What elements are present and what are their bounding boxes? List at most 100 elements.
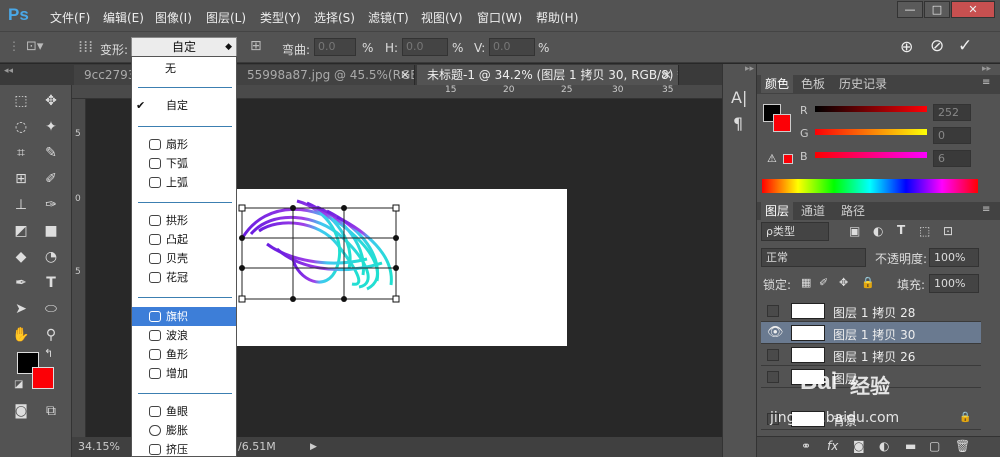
bg-color-swatch[interactable] <box>773 114 791 132</box>
tab-doc-2[interactable]: 55998a87.jpg @ 45.5%(RGB... ✕ <box>237 65 415 85</box>
h-distort-input[interactable]: 0.0 <box>402 38 448 56</box>
collapse-panels-icon[interactable]: ▸▸ <box>982 64 991 74</box>
warp-option-arch[interactable]: 拱形 <box>132 211 236 230</box>
healing-brush-icon[interactable]: ⊞ <box>10 169 32 189</box>
maximize-button[interactable]: □ <box>924 1 950 18</box>
b-slider[interactable] <box>815 152 927 158</box>
change-orientation-icon[interactable]: ⊞ <box>250 38 262 54</box>
trash-icon[interactable]: 🗑 <box>955 439 970 453</box>
visibility-toggle[interactable] <box>767 349 779 361</box>
collapse-icon[interactable]: ◂◂ <box>4 66 13 76</box>
lasso-tool-icon[interactable]: ◌ <box>10 117 32 137</box>
paragraph-panel-icon[interactable]: ¶ <box>733 114 743 133</box>
expand-icon[interactable]: ▸▸ <box>745 64 754 74</box>
add-mask-icon[interactable]: ◙ <box>853 439 865 453</box>
layer-row[interactable]: 图层 <box>761 366 981 388</box>
quick-mask-icon[interactable]: ◙ <box>10 401 32 421</box>
zoom-tool-icon[interactable]: ⚲ <box>40 325 62 345</box>
magic-wand-icon[interactable]: ✦ <box>40 117 62 137</box>
g-value[interactable]: 0 <box>933 127 971 144</box>
pen-tool-icon[interactable]: ✒ <box>10 273 32 293</box>
eye-icon[interactable]: 👁 <box>767 325 784 340</box>
warp-option-none[interactable]: 无 <box>132 59 236 78</box>
menu-filter[interactable]: 滤镜(T) <box>368 9 409 26</box>
eraser-tool-icon[interactable]: ◩ <box>10 221 32 241</box>
blur-tool-icon[interactable]: ◆ <box>10 247 32 267</box>
gradient-tool-icon[interactable]: ■ <box>40 221 62 241</box>
stamp-tool-icon[interactable]: ⊥ <box>10 195 32 215</box>
menu-select[interactable]: 选择(S) <box>314 9 355 26</box>
cancel-transform-icon[interactable]: ⊘ <box>930 36 944 56</box>
menu-file[interactable]: 文件(F) <box>50 9 90 26</box>
fx-icon[interactable]: fx <box>827 439 838 453</box>
tab-close-icon[interactable]: ✕ <box>662 65 672 85</box>
swap-colors-icon[interactable]: ↰ <box>44 347 53 360</box>
background-color-swatch[interactable] <box>32 367 54 389</box>
menu-layer[interactable]: 图层(L) <box>206 9 246 26</box>
opacity-input[interactable]: 100% <box>929 248 979 267</box>
adjustment-layer-icon[interactable]: ◐ <box>879 439 889 453</box>
menu-edit[interactable]: 编辑(E) <box>103 9 144 26</box>
warp-option-custom[interactable]: ✔ 自定 <box>132 96 236 115</box>
lock-transparent-icon[interactable]: ▦ <box>801 276 811 289</box>
layer-filter-select[interactable]: ρ类型 <box>761 222 829 241</box>
warp-option-wave[interactable]: 波浪 <box>132 326 236 345</box>
close-button[interactable]: ✕ <box>951 1 995 18</box>
layer-row[interactable]: 图层 1 拷贝 26 <box>761 344 981 366</box>
warp-option-arc-lower[interactable]: 下弧 <box>132 154 236 173</box>
eyedropper-icon[interactable]: ✎ <box>40 143 62 163</box>
warp-handles[interactable] <box>238 204 400 303</box>
zoom-level[interactable]: 34.15% <box>78 437 120 457</box>
menu-window[interactable]: 窗口(W) <box>477 9 522 26</box>
type-tool-icon[interactable]: T <box>40 273 62 293</box>
path-select-icon[interactable]: ➤ <box>10 299 32 319</box>
move-tool-icon[interactable]: ✥ <box>40 91 62 111</box>
tab-color[interactable]: 颜色 <box>761 75 794 93</box>
reference-point-icon[interactable]: ⁞⁞⁞ <box>78 37 93 56</box>
hand-tool-icon[interactable]: ✋ <box>10 325 32 345</box>
character-panel-icon[interactable]: A| <box>731 88 747 107</box>
visibility-toggle[interactable] <box>767 413 779 425</box>
g-slider[interactable] <box>815 129 927 135</box>
link-layers-icon[interactable]: ⚭ <box>801 439 811 453</box>
r-slider[interactable] <box>815 106 927 112</box>
tab-channels[interactable]: 通道 <box>801 202 825 220</box>
screen-mode-icon[interactable]: ⧉ <box>40 401 62 421</box>
warp-option-arc-upper[interactable]: 上弧 <box>132 173 236 192</box>
warp-style-select[interactable]: 自定 ◆ <box>131 37 237 58</box>
lock-move-icon[interactable]: ✥ <box>839 276 848 289</box>
tab-doc-1[interactable]: 9cc2793 <box>74 65 132 85</box>
blend-mode-select[interactable]: 正常 <box>761 248 866 267</box>
warp-option-inflate[interactable]: 膨胀 <box>132 421 236 440</box>
warp-option-fisheye[interactable]: 鱼眼 <box>132 402 236 421</box>
menu-view[interactable]: 视图(V) <box>421 9 463 26</box>
warp-option-flower[interactable]: 花冠 <box>132 268 236 287</box>
brush-tool-icon[interactable]: ✐ <box>40 169 62 189</box>
tab-doc-3[interactable]: 未标题-1 @ 34.2% (图层 1 拷贝 30, RGB/8) * ✕ <box>417 65 679 85</box>
filter-smart-icon[interactable]: ⊡ <box>943 224 953 238</box>
tab-layers[interactable]: 图层 <box>761 202 794 220</box>
filter-type-icon[interactable]: T <box>897 223 905 237</box>
status-arrow-icon[interactable]: ▶ <box>310 437 317 457</box>
b-value[interactable]: 6 <box>933 150 971 167</box>
visibility-toggle[interactable] <box>767 371 779 383</box>
warp-option-bulge[interactable]: 凸起 <box>132 230 236 249</box>
menu-help[interactable]: 帮助(H) <box>536 9 578 26</box>
document-canvas[interactable] <box>237 189 567 346</box>
tab-close-icon[interactable]: ✕ <box>400 65 410 85</box>
tab-history[interactable]: 历史记录 <box>839 75 887 93</box>
history-brush-icon[interactable]: ✑ <box>40 195 62 215</box>
dodge-tool-icon[interactable]: ◔ <box>40 247 62 267</box>
warp-option-arc[interactable]: 扇形 <box>132 135 236 154</box>
layers-menu-icon[interactable]: ≡ <box>982 204 990 215</box>
shape-tool-icon[interactable]: ⬭ <box>40 299 62 319</box>
layer-row[interactable]: 背景 🔒 <box>761 408 981 430</box>
gamut-warning-icon[interactable]: ⚠ <box>767 152 777 165</box>
menu-image[interactable]: 图像(I) <box>155 9 192 26</box>
tab-paths[interactable]: 路径 <box>841 202 865 220</box>
default-colors-icon[interactable]: ◪ <box>14 379 23 390</box>
tab-swatches[interactable]: 色板 <box>801 75 825 93</box>
new-layer-icon[interactable]: ▢ <box>929 439 940 453</box>
warp-option-rise[interactable]: 增加 <box>132 364 236 383</box>
warp-option-squeeze[interactable]: 挤压 <box>132 440 236 456</box>
